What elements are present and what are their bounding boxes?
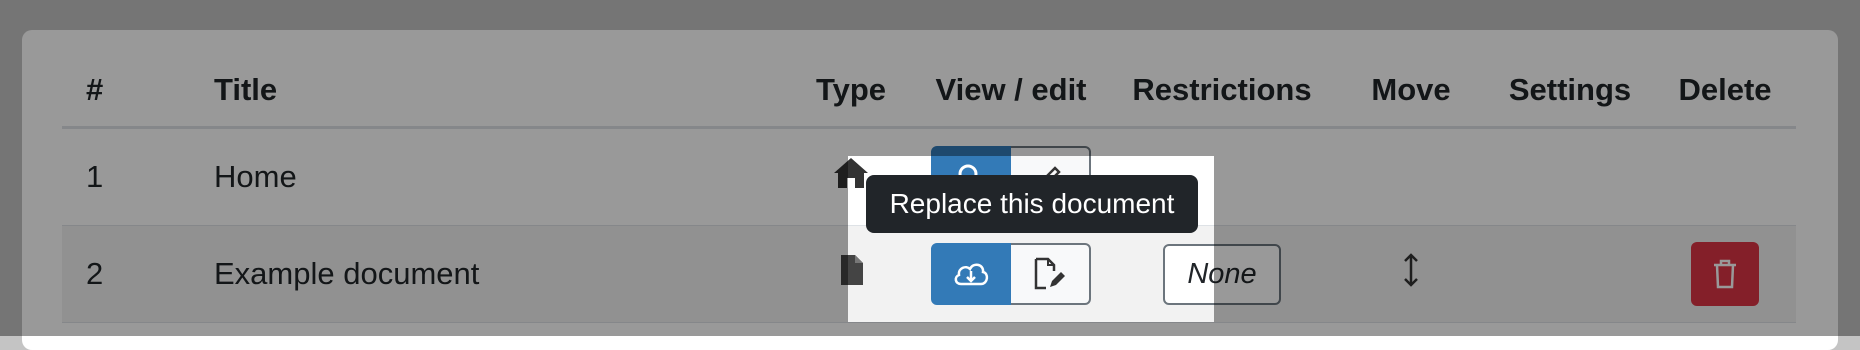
cloud-download-icon xyxy=(954,263,989,286)
col-header-view-edit: View / edit xyxy=(914,54,1108,129)
replace-document-button[interactable] xyxy=(931,243,1011,305)
col-header-number: # xyxy=(62,54,202,129)
col-header-settings: Settings xyxy=(1486,54,1654,129)
col-header-delete: Delete xyxy=(1654,54,1796,129)
col-header-restrictions: Restrictions xyxy=(1108,54,1336,129)
row-number: 2 xyxy=(62,225,202,323)
row-title: Home xyxy=(202,127,788,226)
row-title: Example document xyxy=(202,225,788,323)
table-header-row: # Title Type View / edit Restrictions Mo… xyxy=(62,54,1796,129)
trash-icon xyxy=(1714,259,1736,289)
table-row: 2 Example document None xyxy=(62,225,1796,323)
col-header-type: Type xyxy=(788,54,914,129)
tooltip: Replace this document xyxy=(866,175,1198,233)
col-header-move: Move xyxy=(1336,54,1486,129)
move-vertical-icon[interactable] xyxy=(1401,252,1421,288)
replace-edit-group xyxy=(931,243,1091,305)
edit-document-button[interactable] xyxy=(1011,243,1091,305)
col-header-title: Title xyxy=(202,54,788,129)
file-icon xyxy=(841,255,863,285)
home-icon xyxy=(834,158,868,188)
delete-button[interactable] xyxy=(1691,242,1759,306)
row-number: 1 xyxy=(62,127,202,226)
restrictions-button[interactable]: None xyxy=(1163,243,1281,305)
file-edit-icon xyxy=(1034,257,1065,290)
